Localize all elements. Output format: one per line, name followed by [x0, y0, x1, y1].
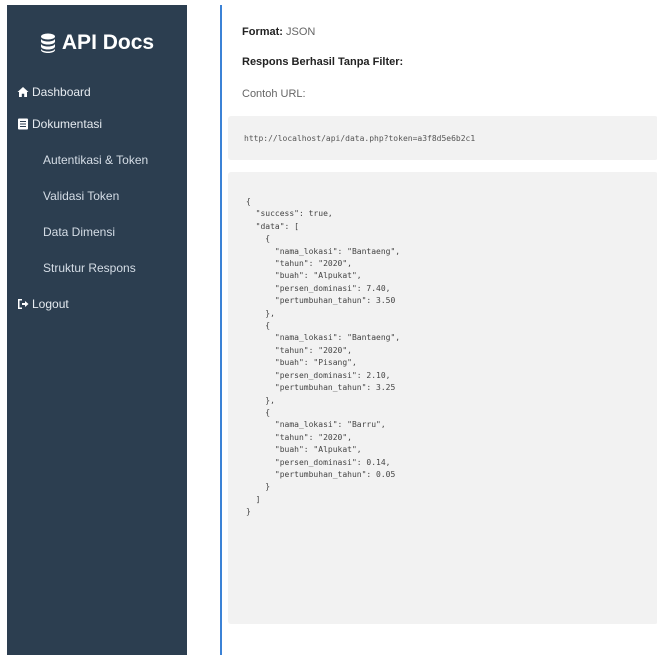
json-code-block[interactable]: { "success": true, "data": [ { "nama_lok… — [228, 172, 657, 624]
sidebar-item-label: Dashboard — [32, 85, 91, 99]
section-title: Respons Berhasil Tanpa Filter: — [242, 56, 403, 68]
format-label: Format: — [242, 26, 283, 38]
sidebar-subitem-validasi[interactable]: Validasi Token — [7, 187, 187, 205]
logout-icon — [18, 299, 29, 309]
sidebar-item-logout[interactable]: Logout — [7, 295, 187, 313]
format-line: Format: JSON — [242, 26, 315, 38]
example-url[interactable]: http://localhost/api/data.php?token=a3f8… — [244, 134, 475, 143]
sidebar-nav: Dashboard Dokumentasi Autentikasi & Toke… — [7, 83, 187, 313]
home-icon — [17, 87, 29, 97]
sidebar-subitem-struktur-respons[interactable]: Struktur Respons — [7, 259, 187, 277]
example-label: Contoh URL: — [242, 88, 306, 100]
example-label-text: Contoh URL: — [242, 88, 306, 100]
sidebar-item-label: Logout — [32, 297, 69, 311]
content-divider — [220, 5, 222, 655]
sidebar: API Docs Dashboard Dokumentasi Autentika… — [7, 5, 187, 655]
brand-title: API Docs — [61, 31, 155, 54]
example-url-box[interactable]: http://localhost/api/data.php?token=a3f8… — [228, 116, 657, 160]
sidebar-item-dokumentasi[interactable]: Dokumentasi — [7, 115, 187, 133]
sidebar-item-dashboard[interactable]: Dashboard — [7, 83, 187, 101]
sidebar-subitem-data-dimensi[interactable]: Data Dimensi — [7, 223, 187, 241]
format-value: JSON — [286, 26, 316, 38]
brand[interactable]: API Docs — [7, 29, 187, 57]
json-example[interactable]: { "success": true, "data": [ { "nama_lok… — [228, 172, 657, 519]
sidebar-item-label: Dokumentasi — [32, 117, 103, 131]
sidebar-subitem-autentikasi[interactable]: Autentikasi & Token — [7, 151, 187, 169]
database-icon — [40, 33, 55, 53]
section-title-text: Respons Berhasil Tanpa Filter: — [242, 56, 404, 68]
document-icon — [18, 118, 28, 130]
